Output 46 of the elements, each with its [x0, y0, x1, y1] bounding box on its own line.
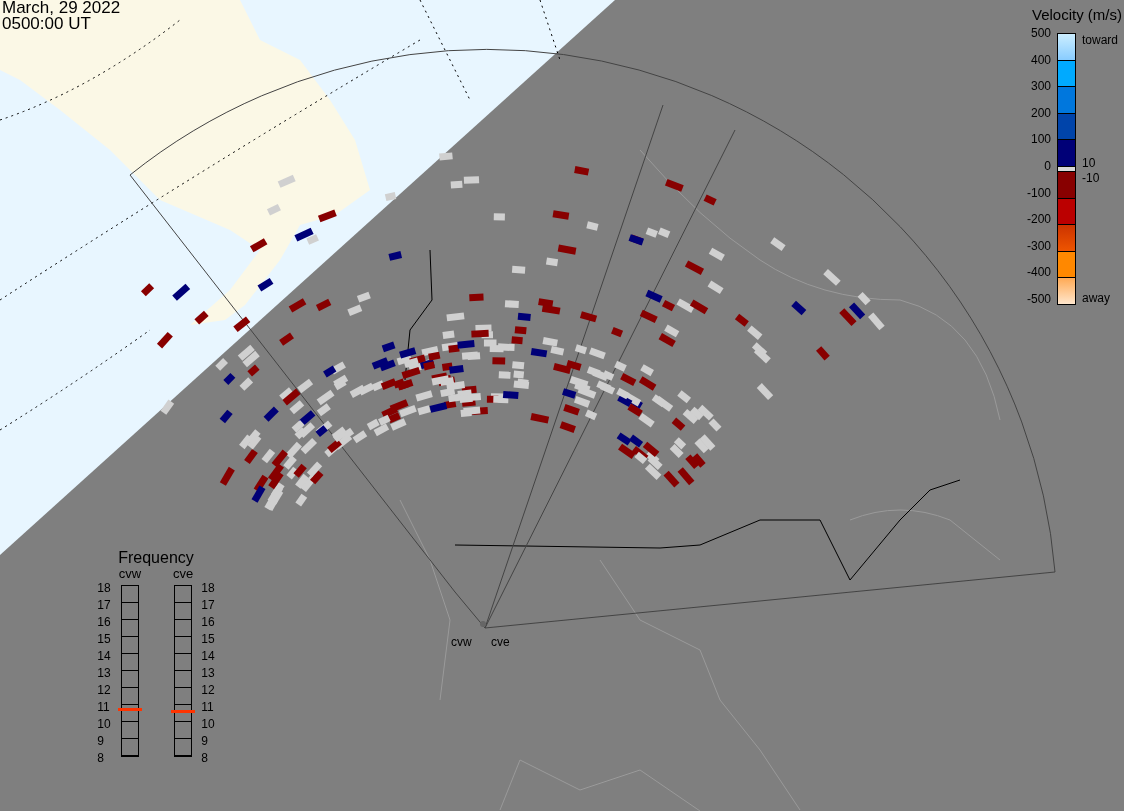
scale-tick: 15	[201, 632, 215, 646]
scale-tick: 11	[201, 700, 215, 714]
scale-tick: 400	[1030, 52, 1051, 67]
scale-tick: 18	[97, 581, 111, 595]
radar-name: cve	[173, 567, 194, 581]
scale-tick: 17	[97, 598, 111, 612]
scale-label: 10	[1082, 156, 1096, 170]
scale-tick: 10	[201, 717, 215, 731]
date-text: March, 29 2022	[2, 0, 121, 16]
scale-tick: 9	[97, 734, 105, 748]
scale-tick: 17	[201, 598, 215, 612]
legend-title: Frequency	[118, 549, 194, 567]
scale-tick: 13	[97, 666, 111, 680]
scale-tick: -100	[1026, 185, 1051, 200]
scale-tick: 9	[201, 734, 209, 748]
time-text: 0500:00 UT	[2, 16, 92, 32]
site-label: cve	[491, 635, 510, 649]
scale-tick: 11	[97, 700, 111, 714]
scale-tick: 300	[1030, 79, 1051, 94]
radar-name: cvw	[118, 567, 142, 581]
scale-tick: -500	[1026, 291, 1051, 306]
scale-label: toward	[1082, 33, 1119, 47]
scale-tick: 12	[201, 683, 215, 697]
scale-tick: 8	[201, 751, 209, 765]
scale-tick: 14	[97, 649, 111, 663]
scale-tick: 16	[201, 615, 215, 629]
legend-title: Velocity (m/s)	[1032, 6, 1122, 23]
site-label: cvw	[451, 635, 472, 649]
scale-tick: 14	[201, 649, 215, 663]
scale-tick: 18	[201, 581, 215, 595]
scale-tick: -200	[1026, 212, 1051, 227]
scale-tick: 100	[1030, 132, 1051, 147]
scale-tick: 200	[1030, 105, 1051, 120]
scale-tick: 0	[1044, 158, 1051, 173]
scale-label: away	[1082, 291, 1110, 305]
scale-tick: 15	[97, 632, 111, 646]
scale-tick: 8	[97, 751, 105, 765]
scale-tick: 500	[1030, 26, 1051, 40]
scale-tick: 16	[97, 615, 111, 629]
scale-label: -10	[1082, 171, 1100, 185]
scale-tick: 13	[201, 666, 215, 680]
scale-tick: -300	[1026, 238, 1051, 253]
scale-tick: -400	[1026, 265, 1051, 280]
scale-tick: 12	[97, 683, 111, 697]
radar-site-icon	[480, 621, 486, 627]
scale-tick: 10	[97, 717, 111, 731]
